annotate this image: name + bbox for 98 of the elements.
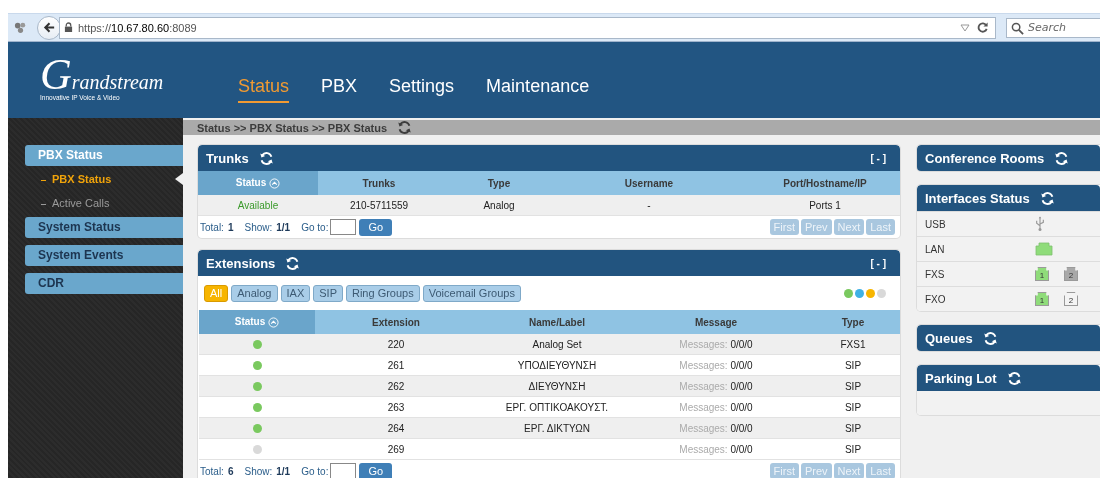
filter-button[interactable]: Voicemail Groups bbox=[422, 284, 521, 302]
port-indicator: 1 bbox=[1035, 267, 1049, 281]
column-header[interactable]: Name/Label bbox=[477, 310, 637, 334]
usb-icon bbox=[1035, 216, 1045, 232]
panel-title: Parking Lot bbox=[925, 370, 997, 386]
extensions-icon[interactable] bbox=[14, 21, 27, 34]
port-indicator: 2 bbox=[1064, 267, 1078, 281]
back-button[interactable] bbox=[37, 15, 61, 40]
table-cell: 263 bbox=[315, 396, 477, 418]
port-indicator: 2 bbox=[1064, 292, 1078, 306]
table-cell: Messages: 0/0/0 bbox=[637, 438, 795, 460]
goto-label: Go to: bbox=[301, 221, 329, 233]
column-header[interactable]: Status bbox=[198, 171, 318, 195]
table-cell: ΔΙΕΥΘΥΝΣΗ bbox=[477, 375, 637, 397]
column-header[interactable]: Status bbox=[199, 310, 315, 334]
panel-title: Queues bbox=[925, 330, 973, 346]
table-cell: ΥΠΟΔΙΕΥΘΥΝΣΗ bbox=[477, 354, 637, 376]
table-cell: 269 bbox=[315, 438, 477, 460]
refresh-icon[interactable] bbox=[397, 120, 413, 135]
table-cell: Analog Set bbox=[477, 334, 637, 355]
sidebar-subitem[interactable]: Active Calls bbox=[8, 191, 183, 215]
panel-title: Conference Rooms bbox=[925, 150, 1045, 166]
column-header[interactable]: Message bbox=[637, 310, 795, 334]
sidebar-item[interactable]: PBX Status bbox=[25, 145, 183, 166]
table-cell: 220 bbox=[315, 334, 477, 355]
url-text: https://10.67.80.60:8089 bbox=[78, 21, 197, 34]
refresh-icon[interactable] bbox=[1006, 370, 1022, 386]
refresh-icon[interactable] bbox=[1039, 190, 1055, 206]
table-cell: 264 bbox=[315, 417, 477, 439]
page-input[interactable] bbox=[330, 463, 357, 478]
table-cell: 261 bbox=[315, 354, 477, 376]
sidebar-item[interactable]: System Status bbox=[25, 217, 183, 238]
collapse-toggle[interactable]: [ - ] bbox=[870, 152, 886, 164]
back-arrow-icon bbox=[42, 21, 56, 34]
nav-tab[interactable]: PBX bbox=[321, 75, 358, 103]
filter-button[interactable]: SIP bbox=[313, 284, 343, 302]
nav-tab[interactable]: Maintenance bbox=[486, 75, 590, 103]
page-input[interactable] bbox=[330, 219, 357, 235]
table-cell: SIP bbox=[795, 417, 900, 439]
sort-icon[interactable] bbox=[269, 177, 281, 189]
column-header[interactable]: Type bbox=[795, 310, 900, 334]
filter-button[interactable]: Ring Groups bbox=[345, 284, 420, 302]
column-header[interactable]: Username bbox=[558, 171, 740, 195]
table-cell: Ports 1 bbox=[740, 195, 900, 216]
breadcrumb: Status >> PBX Status >> PBX Status bbox=[197, 121, 388, 134]
table-cell: FXS1 bbox=[795, 334, 900, 355]
table-cell: Messages: 0/0/0 bbox=[637, 417, 795, 439]
page-count: Show: 1/1 bbox=[244, 465, 291, 477]
refresh-icon[interactable] bbox=[982, 330, 998, 346]
column-header[interactable]: Extension bbox=[315, 310, 477, 334]
go-button[interactable]: Go bbox=[359, 218, 393, 236]
interface-label: FXS bbox=[925, 268, 946, 280]
table-cell: Messages: 0/0/0 bbox=[637, 354, 795, 376]
refresh-icon[interactable] bbox=[285, 255, 301, 271]
collapse-toggle[interactable]: [ - ] bbox=[870, 257, 886, 269]
panel-title: Trunks bbox=[206, 150, 249, 166]
refresh-icon[interactable] bbox=[1054, 150, 1070, 166]
column-header[interactable]: Trunks bbox=[318, 171, 440, 195]
column-header[interactable]: Port/Hostname/IP bbox=[740, 171, 900, 195]
nav-tab[interactable]: Settings bbox=[389, 75, 455, 103]
table-cell: Analog bbox=[440, 195, 558, 216]
table-cell: 210-5711559 bbox=[318, 195, 440, 216]
search-field[interactable]: Search bbox=[1006, 17, 1100, 38]
sort-icon[interactable] bbox=[268, 316, 280, 328]
go-button[interactable]: Go bbox=[359, 462, 393, 478]
table-cell: SIP bbox=[795, 396, 900, 418]
interface-label: USB bbox=[925, 218, 947, 230]
table-cell: SIP bbox=[795, 375, 900, 397]
status-text: Available bbox=[198, 195, 318, 216]
table-cell: 262 bbox=[315, 375, 477, 397]
table-cell: SIP bbox=[795, 354, 900, 376]
goto-label: Go to: bbox=[301, 465, 329, 477]
total-count: Total: 1 bbox=[200, 221, 234, 233]
port-indicator: 1 bbox=[1035, 292, 1049, 306]
interface-label: LAN bbox=[925, 243, 946, 255]
table-cell: - bbox=[558, 195, 740, 216]
panel-title: Interfaces Status bbox=[925, 190, 1030, 206]
filter-button[interactable]: Analog bbox=[231, 284, 278, 302]
lock-icon bbox=[64, 22, 73, 33]
table-cell: Messages: 0/0/0 bbox=[637, 396, 795, 418]
sidebar-item[interactable]: System Events bbox=[25, 245, 183, 266]
interface-label: FXO bbox=[925, 293, 947, 305]
filter-button[interactable]: IAX bbox=[280, 284, 311, 302]
search-icon bbox=[1011, 21, 1024, 35]
table-cell: ΕΡΓ. ΟΠΤΙΚΟΑΚΟΥΣΤ. bbox=[477, 396, 637, 418]
address-bar[interactable]: https://10.67.80.60:8089 bbox=[59, 16, 996, 39]
table-cell: Messages: 0/0/0 bbox=[637, 334, 795, 355]
refresh-icon[interactable] bbox=[258, 150, 274, 166]
nav-tab[interactable]: Status bbox=[238, 75, 290, 103]
table-cell: SIP bbox=[795, 438, 900, 460]
table-cell: ΕΡΓ. ΔΙΚΤΥΩΝ bbox=[477, 417, 637, 439]
total-count: Total: 6 bbox=[200, 465, 234, 477]
reload-icon[interactable] bbox=[976, 21, 989, 34]
page-count: Show: 1/1 bbox=[244, 221, 291, 233]
sidebar-item[interactable]: CDR bbox=[25, 273, 183, 294]
column-header[interactable]: Type bbox=[440, 171, 558, 195]
panel-title: Extensions bbox=[206, 255, 276, 271]
table-cell: Messages: 0/0/0 bbox=[637, 375, 795, 397]
